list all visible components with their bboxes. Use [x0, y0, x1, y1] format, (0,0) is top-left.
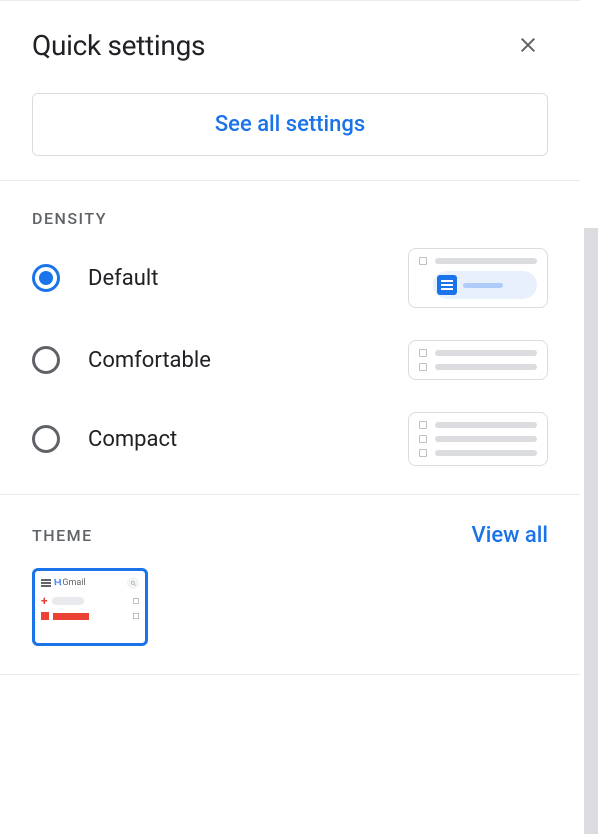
density-preview-comfortable	[408, 340, 548, 380]
density-preview-compact	[408, 412, 548, 466]
panel-title: Quick settings	[32, 29, 205, 62]
search-icon	[127, 577, 139, 589]
theme-section-title: Theme	[32, 526, 93, 545]
radio-comfortable[interactable]	[32, 346, 60, 374]
theme-section: Theme View all Ⲙ Gmail +	[0, 495, 580, 674]
hamburger-icon	[41, 579, 51, 587]
density-section: Density Default Comfortable	[0, 181, 580, 494]
radio-label-comfortable: Comfortable	[88, 348, 211, 373]
close-icon	[516, 33, 540, 57]
divider	[0, 674, 580, 675]
gmail-logo: Ⲙ Gmail	[54, 578, 86, 588]
radio-compact[interactable]	[32, 425, 60, 453]
theme-thumbnail-default[interactable]: Ⲙ Gmail +	[32, 568, 148, 646]
document-icon	[437, 275, 457, 295]
radio-default[interactable]	[32, 264, 60, 292]
theme-view-all-link[interactable]: View all	[472, 523, 548, 548]
close-button[interactable]	[508, 25, 548, 65]
density-option-default[interactable]: Default	[32, 248, 548, 308]
radio-label-compact: Compact	[88, 427, 177, 452]
density-section-title: Density	[32, 209, 107, 228]
see-all-settings-button[interactable]: See all settings	[32, 93, 548, 156]
plus-icon: +	[41, 595, 48, 607]
density-preview-default	[408, 248, 548, 308]
scrollbar[interactable]	[584, 228, 598, 834]
quick-settings-panel: Quick settings See all settings Density …	[0, 0, 580, 834]
panel-header: Quick settings	[0, 1, 580, 65]
radio-label-default: Default	[88, 266, 158, 291]
density-option-comfortable[interactable]: Comfortable	[32, 340, 548, 380]
density-option-compact[interactable]: Compact	[32, 412, 548, 466]
